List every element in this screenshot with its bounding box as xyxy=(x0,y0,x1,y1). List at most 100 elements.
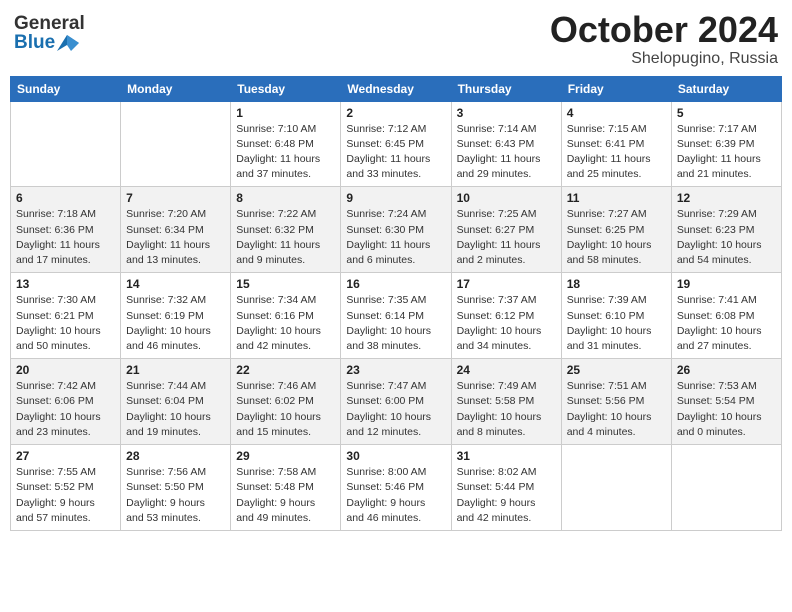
day-number: 29 xyxy=(236,449,335,463)
day-number: 17 xyxy=(457,277,556,291)
calendar-cell: 16 Sunrise: 7:35 AM Sunset: 6:14 PM Dayli… xyxy=(341,273,451,359)
day-number: 7 xyxy=(126,191,225,205)
day-of-week-header: Friday xyxy=(561,76,671,101)
calendar-cell: 8 Sunrise: 7:22 AM Sunset: 6:32 PM Daylig… xyxy=(231,187,341,273)
calendar-cell: 5Sunrise: 7:17 AM Sunset: 6:39 PM Daylig… xyxy=(671,101,781,187)
day-info: Sunrise: 7:39 AM Sunset: 6:10 PM Dayligh… xyxy=(567,293,666,354)
calendar-cell: 27 Sunrise: 7:55 AM Sunset: 5:52 PM Dayli… xyxy=(11,445,121,531)
calendar-cell: 9 Sunrise: 7:24 AM Sunset: 6:30 PM Daylig… xyxy=(341,187,451,273)
day-info: Sunrise: 7:49 AM Sunset: 5:58 PM Dayligh… xyxy=(457,379,556,440)
logo-bird-icon xyxy=(57,35,79,51)
day-info: Sunrise: 7:42 AM Sunset: 6:06 PM Dayligh… xyxy=(16,379,115,440)
day-info: Sunrise: 7:34 AM Sunset: 6:16 PM Dayligh… xyxy=(236,293,335,354)
day-of-week-header: Sunday xyxy=(11,76,121,101)
day-info: Sunrise: 7:53 AM Sunset: 5:54 PM Dayligh… xyxy=(677,379,776,440)
day-number: 12 xyxy=(677,191,776,205)
calendar-cell: 10 Sunrise: 7:25 AM Sunset: 6:27 PM Dayli… xyxy=(451,187,561,273)
logo-general: General xyxy=(14,14,85,33)
day-info: Sunrise: 7:44 AM Sunset: 6:04 PM Dayligh… xyxy=(126,379,225,440)
title-block: October 2024 Shelopugino, Russia xyxy=(550,10,778,68)
calendar-cell: 3 Sunrise: 7:14 AM Sunset: 6:43 PM Daylig… xyxy=(451,101,561,187)
day-number: 1 xyxy=(236,106,335,120)
calendar-cell: 23 Sunrise: 7:47 AM Sunset: 6:00 PM Dayli… xyxy=(341,359,451,445)
calendar-cell: 17 Sunrise: 7:37 AM Sunset: 6:12 PM Dayli… xyxy=(451,273,561,359)
day-info: Sunrise: 7:47 AM Sunset: 6:00 PM Dayligh… xyxy=(346,379,445,440)
day-info: Sunrise: 7:35 AM Sunset: 6:14 PM Dayligh… xyxy=(346,293,445,354)
day-number: 8 xyxy=(236,191,335,205)
calendar-cell: 26Sunrise: 7:53 AM Sunset: 5:54 PM Dayli… xyxy=(671,359,781,445)
location-title: Shelopugino, Russia xyxy=(550,50,778,68)
calendar-cell: 1 Sunrise: 7:10 AM Sunset: 6:48 PM Daylig… xyxy=(231,101,341,187)
day-number: 10 xyxy=(457,191,556,205)
page-header: General Blue October 2024 Shelopugino, R… xyxy=(10,10,782,68)
day-info: Sunrise: 7:20 AM Sunset: 6:34 PM Dayligh… xyxy=(126,207,225,268)
day-info: Sunrise: 7:51 AM Sunset: 5:56 PM Dayligh… xyxy=(567,379,666,440)
calendar-cell: 29 Sunrise: 7:58 AM Sunset: 5:48 PM Dayli… xyxy=(231,445,341,531)
day-info: Sunrise: 8:00 AM Sunset: 5:46 PM Dayligh… xyxy=(346,465,445,526)
day-info: Sunrise: 7:15 AM Sunset: 6:41 PM Dayligh… xyxy=(567,122,666,183)
logo-blue: Blue xyxy=(14,33,85,52)
logo: General Blue xyxy=(14,10,85,52)
calendar-cell xyxy=(561,445,671,531)
day-of-week-header: Tuesday xyxy=(231,76,341,101)
calendar-cell xyxy=(121,101,231,187)
day-number: 16 xyxy=(346,277,445,291)
day-number: 28 xyxy=(126,449,225,463)
calendar-cell: 28 Sunrise: 7:56 AM Sunset: 5:50 PM Dayli… xyxy=(121,445,231,531)
day-info: Sunrise: 7:22 AM Sunset: 6:32 PM Dayligh… xyxy=(236,207,335,268)
day-number: 27 xyxy=(16,449,115,463)
day-info: Sunrise: 7:41 AM Sunset: 6:08 PM Dayligh… xyxy=(677,293,776,354)
day-info: Sunrise: 7:24 AM Sunset: 6:30 PM Dayligh… xyxy=(346,207,445,268)
day-info: Sunrise: 7:14 AM Sunset: 6:43 PM Dayligh… xyxy=(457,122,556,183)
calendar-cell: 6 Sunrise: 7:18 AM Sunset: 6:36 PM Daylig… xyxy=(11,187,121,273)
day-info: Sunrise: 7:56 AM Sunset: 5:50 PM Dayligh… xyxy=(126,465,225,526)
day-number: 31 xyxy=(457,449,556,463)
calendar-cell: 7 Sunrise: 7:20 AM Sunset: 6:34 PM Daylig… xyxy=(121,187,231,273)
day-info: Sunrise: 7:37 AM Sunset: 6:12 PM Dayligh… xyxy=(457,293,556,354)
day-number: 15 xyxy=(236,277,335,291)
day-number: 18 xyxy=(567,277,666,291)
calendar-cell: 11Sunrise: 7:27 AM Sunset: 6:25 PM Dayli… xyxy=(561,187,671,273)
day-number: 20 xyxy=(16,363,115,377)
calendar-cell: 12Sunrise: 7:29 AM Sunset: 6:23 PM Dayli… xyxy=(671,187,781,273)
day-number: 19 xyxy=(677,277,776,291)
day-info: Sunrise: 7:32 AM Sunset: 6:19 PM Dayligh… xyxy=(126,293,225,354)
month-title: October 2024 xyxy=(550,10,778,50)
day-number: 4 xyxy=(567,106,666,120)
day-info: Sunrise: 7:55 AM Sunset: 5:52 PM Dayligh… xyxy=(16,465,115,526)
day-of-week-header: Monday xyxy=(121,76,231,101)
day-of-week-header: Saturday xyxy=(671,76,781,101)
day-number: 21 xyxy=(126,363,225,377)
calendar-cell: 15 Sunrise: 7:34 AM Sunset: 6:16 PM Dayli… xyxy=(231,273,341,359)
calendar-cell xyxy=(11,101,121,187)
day-info: Sunrise: 7:25 AM Sunset: 6:27 PM Dayligh… xyxy=(457,207,556,268)
calendar-cell: 18 Sunrise: 7:39 AM Sunset: 6:10 PM Dayli… xyxy=(561,273,671,359)
day-of-week-header: Wednesday xyxy=(341,76,451,101)
calendar-cell: 19 Sunrise: 7:41 AM Sunset: 6:08 PM Dayli… xyxy=(671,273,781,359)
day-info: Sunrise: 7:58 AM Sunset: 5:48 PM Dayligh… xyxy=(236,465,335,526)
day-number: 14 xyxy=(126,277,225,291)
calendar-cell: 14 Sunrise: 7:32 AM Sunset: 6:19 PM Dayli… xyxy=(121,273,231,359)
day-number: 6 xyxy=(16,191,115,205)
day-number: 23 xyxy=(346,363,445,377)
calendar-cell: 22Sunrise: 7:46 AM Sunset: 6:02 PM Dayli… xyxy=(231,359,341,445)
calendar-cell: 30 Sunrise: 8:00 AM Sunset: 5:46 PM Dayli… xyxy=(341,445,451,531)
day-number: 2 xyxy=(346,106,445,120)
day-number: 24 xyxy=(457,363,556,377)
calendar-cell: 4 Sunrise: 7:15 AM Sunset: 6:41 PM Daylig… xyxy=(561,101,671,187)
day-number: 30 xyxy=(346,449,445,463)
calendar-cell: 13 Sunrise: 7:30 AM Sunset: 6:21 PM Dayli… xyxy=(11,273,121,359)
day-number: 13 xyxy=(16,277,115,291)
day-info: Sunrise: 7:12 AM Sunset: 6:45 PM Dayligh… xyxy=(346,122,445,183)
day-info: Sunrise: 7:18 AM Sunset: 6:36 PM Dayligh… xyxy=(16,207,115,268)
day-number: 11 xyxy=(567,191,666,205)
day-number: 9 xyxy=(346,191,445,205)
calendar-cell: 31Sunrise: 8:02 AM Sunset: 5:44 PM Dayli… xyxy=(451,445,561,531)
day-number: 22 xyxy=(236,363,335,377)
day-info: Sunrise: 7:10 AM Sunset: 6:48 PM Dayligh… xyxy=(236,122,335,183)
day-number: 25 xyxy=(567,363,666,377)
calendar-cell: 20 Sunrise: 7:42 AM Sunset: 6:06 PM Dayli… xyxy=(11,359,121,445)
calendar-cell: 21 Sunrise: 7:44 AM Sunset: 6:04 PM Dayli… xyxy=(121,359,231,445)
day-info: Sunrise: 7:30 AM Sunset: 6:21 PM Dayligh… xyxy=(16,293,115,354)
day-number: 3 xyxy=(457,106,556,120)
